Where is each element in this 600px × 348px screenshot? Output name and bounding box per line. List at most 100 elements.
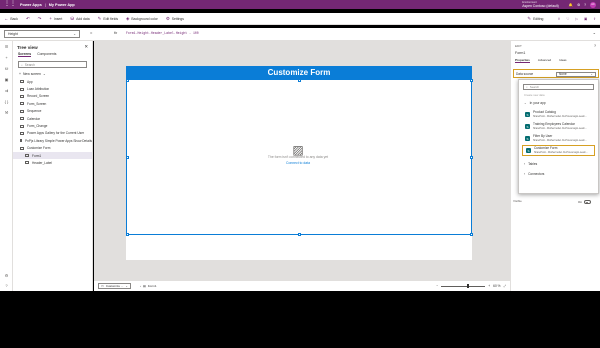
undo-button[interactable]: ↶	[26, 16, 30, 22]
app-launcher-icon[interactable]: ⋮⋮	[4, 0, 16, 9]
sharepoint-icon: S	[525, 136, 530, 141]
power-automate-icon[interactable]: ⇉	[0, 85, 13, 96]
property-selector[interactable]: Height ⌄	[4, 30, 80, 38]
search-icon: ⌕	[526, 85, 528, 89]
publish-icon[interactable]: ⇧	[593, 17, 596, 21]
tree-item[interactable]: Form_Change	[13, 122, 92, 129]
data-icon[interactable]: ⛁	[0, 63, 13, 74]
chevron-down-icon[interactable]: ⌄	[593, 30, 596, 35]
tree-view-icon[interactable]: ☰	[0, 41, 13, 52]
tab-advanced[interactable]: Advanced	[538, 58, 551, 63]
settings-label: Settings	[171, 16, 185, 21]
tree-item[interactable]: Calendar	[13, 115, 92, 122]
connectors-section[interactable]: › Connectors	[519, 169, 598, 179]
control-breadcrumb[interactable]: › ▤ Form1	[138, 283, 159, 289]
resize-handle[interactable]	[469, 232, 473, 236]
edit-icon: ✎	[97, 15, 102, 21]
tree-item[interactable]: Record_Screen	[13, 93, 92, 100]
property-name: Height	[8, 32, 18, 36]
help-icon[interactable]: ?	[594, 44, 596, 48]
resize-handle[interactable]	[125, 232, 129, 236]
tree-item[interactable]: App	[13, 78, 92, 85]
tree-item[interactable]: Power Apps Gallery for the Current User	[13, 130, 92, 137]
tab-screens[interactable]: Screens	[18, 52, 32, 57]
visible-toggle[interactable]: On	[578, 200, 592, 204]
tree-list: App Loan Attribution Record_Screen Form_Scr…	[13, 78, 92, 167]
command-bar: ← Back ↶ ↷ + Insert ⛁ Add data ✎ Edit fields…	[0, 13, 600, 25]
search-icon: ⌕	[21, 62, 23, 67]
zoom-slider[interactable]	[441, 284, 486, 288]
resize-handle[interactable]	[125, 156, 129, 159]
close-icon[interactable]: ✕	[84, 44, 88, 50]
help-icon[interactable]: ?	[584, 3, 586, 7]
visible-toggle-value: On	[578, 200, 583, 204]
tab-ideas[interactable]: Ideas	[559, 58, 566, 63]
tree-view-panel: Tree view ✕ Screens Components ⌕ Search …	[13, 41, 93, 291]
gear-icon[interactable]: ⚙	[577, 3, 580, 7]
fit-icon[interactable]: ⤢	[503, 284, 506, 288]
play-icon[interactable]: ▷	[575, 17, 578, 21]
screen-icon	[20, 139, 23, 143]
help-icon[interactable]: ?	[0, 280, 13, 291]
resize-handle[interactable]	[469, 78, 473, 82]
data-source-subtitle: SharePoint - Mothermodel JG-Provemagic-L…	[533, 138, 587, 142]
tree-item[interactable]: Sequence	[13, 108, 92, 115]
screen-breadcrumb[interactable]: ▭ Customize ... ⌄	[98, 283, 131, 289]
bell-icon[interactable]: 🔔	[569, 3, 573, 7]
zoom-out-icon[interactable]: −	[436, 284, 438, 288]
back-button[interactable]: ← Back	[4, 16, 18, 21]
redo-button[interactable]: ↷	[38, 16, 42, 22]
variables-icon[interactable]: { }	[0, 96, 13, 107]
tab-properties[interactable]: Properties	[515, 58, 530, 63]
in-your-app-section[interactable]: ⌄ In your app	[519, 98, 598, 108]
tree-item[interactable]: Form1	[13, 151, 92, 160]
header-label[interactable]: Customize Form	[126, 66, 472, 79]
data-source-item[interactable]: S Training Employees Calendar SharePoint -…	[522, 121, 595, 132]
resize-handle[interactable]	[125, 78, 129, 82]
background-color-button[interactable]: ◈ Background color	[126, 16, 158, 22]
data-source-item[interactable]: S Product Catalog SharePoint - Mothermodel…	[522, 109, 595, 120]
data-source-row: Data source None ⌄	[513, 69, 599, 78]
connect-to-data-link[interactable]: Connect to data	[240, 161, 356, 165]
save-icon[interactable]: ▣	[584, 17, 587, 21]
control-icon	[25, 154, 29, 158]
search-placeholder: Search	[24, 62, 35, 67]
tree-search-input[interactable]: ⌕ Search	[18, 61, 87, 68]
advanced-tools-icon[interactable]: ⚒	[0, 107, 13, 118]
formula-input[interactable]: Form1.Height-Header_Label.Height - 100	[126, 31, 199, 35]
toggle-switch[interactable]	[584, 200, 592, 204]
data-source-subtitle: SharePoint - Mothermodel JG-Provemagic-L…	[534, 150, 588, 154]
redo-icon: ↷	[37, 15, 42, 21]
tree-item-label: Record_Screen	[27, 94, 50, 99]
zoom-in-icon[interactable]: +	[488, 284, 490, 288]
data-source-item[interactable]: S Customize Form SharePoint - Mothermodel …	[522, 145, 595, 156]
tree-item[interactable]: Loan Attribution	[13, 85, 92, 92]
data-source-item[interactable]: S Filter By User SharePoint - Mothermodel …	[522, 133, 595, 144]
tree-item[interactable]: PnPjs Library Simple Power Apps Show Det…	[13, 137, 92, 144]
tab-components[interactable]: Components	[37, 52, 56, 57]
resize-handle[interactable]	[298, 78, 301, 82]
share-icon[interactable]: ⇪	[557, 17, 560, 21]
fx-icon[interactable]: fx	[114, 30, 117, 35]
data-source-search-input[interactable]: ⌕ Search	[523, 84, 594, 90]
tree-item[interactable]: Customize Form	[13, 145, 92, 152]
insert-icon[interactable]: +	[0, 52, 13, 63]
editing-status[interactable]: ✎ Editing	[527, 16, 543, 22]
add-data-button[interactable]: ⛁ Add data	[70, 16, 89, 22]
checker-icon[interactable]: ♡	[566, 17, 569, 21]
insert-button[interactable]: + Insert	[49, 16, 62, 21]
tree-item[interactable]: Form_Screen	[13, 100, 92, 107]
environment-picker[interactable]: Environment Aspen Contoso (default)	[522, 1, 559, 8]
new-screen-button[interactable]: + New screen ⌄	[13, 70, 92, 78]
tables-section[interactable]: › Tables	[519, 159, 598, 169]
data-source-dropdown[interactable]: None ⌄	[556, 71, 596, 77]
sharepoint-icon: S	[526, 148, 531, 153]
avatar[interactable]: AC	[590, 1, 596, 8]
resize-handle[interactable]	[469, 156, 473, 159]
media-icon[interactable]: ▣	[0, 74, 13, 85]
edit-fields-button[interactable]: ✎ Edit fields	[98, 16, 118, 22]
zoom-slider-thumb[interactable]	[467, 284, 470, 288]
resize-handle[interactable]	[298, 232, 301, 236]
tree-item[interactable]: Header_Label	[13, 159, 92, 166]
settings-button[interactable]: ⚙ Settings	[166, 16, 184, 22]
